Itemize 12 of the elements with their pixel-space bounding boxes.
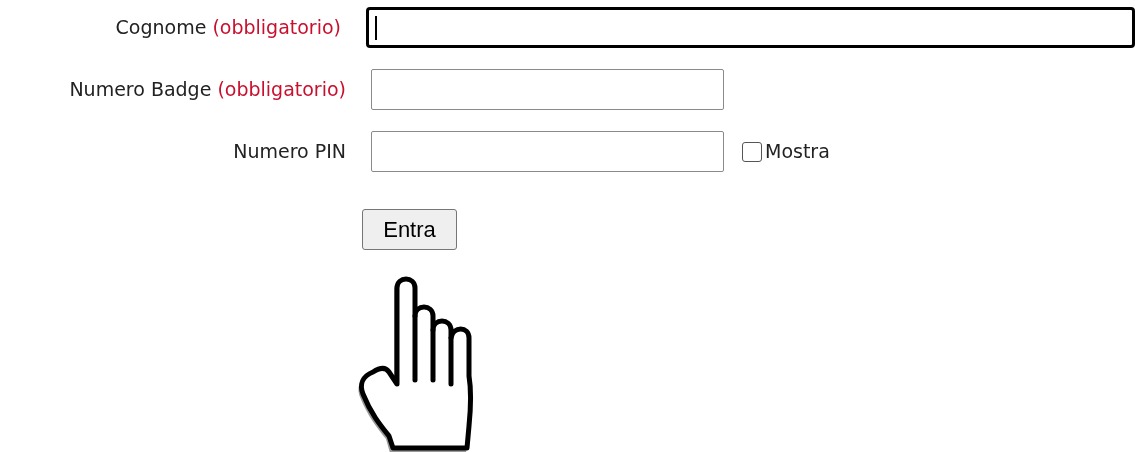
checkbox[interactable] bbox=[742, 141, 762, 162]
text-cursor bbox=[375, 15, 377, 40]
field-label: Numero Badge bbox=[69, 77, 212, 103]
field-label: Cognome bbox=[115, 15, 207, 41]
input-field[interactable] bbox=[371, 131, 724, 172]
checkbox-label: Mostra bbox=[765, 139, 830, 165]
required-note: (obbligatorio) bbox=[212, 15, 341, 41]
required-note: (obbligatorio) bbox=[217, 77, 346, 103]
field-label: Numero PIN bbox=[233, 139, 346, 165]
input-field[interactable] bbox=[366, 7, 1135, 48]
submit-button[interactable]: Entra bbox=[362, 209, 457, 250]
input-field[interactable] bbox=[371, 69, 724, 110]
